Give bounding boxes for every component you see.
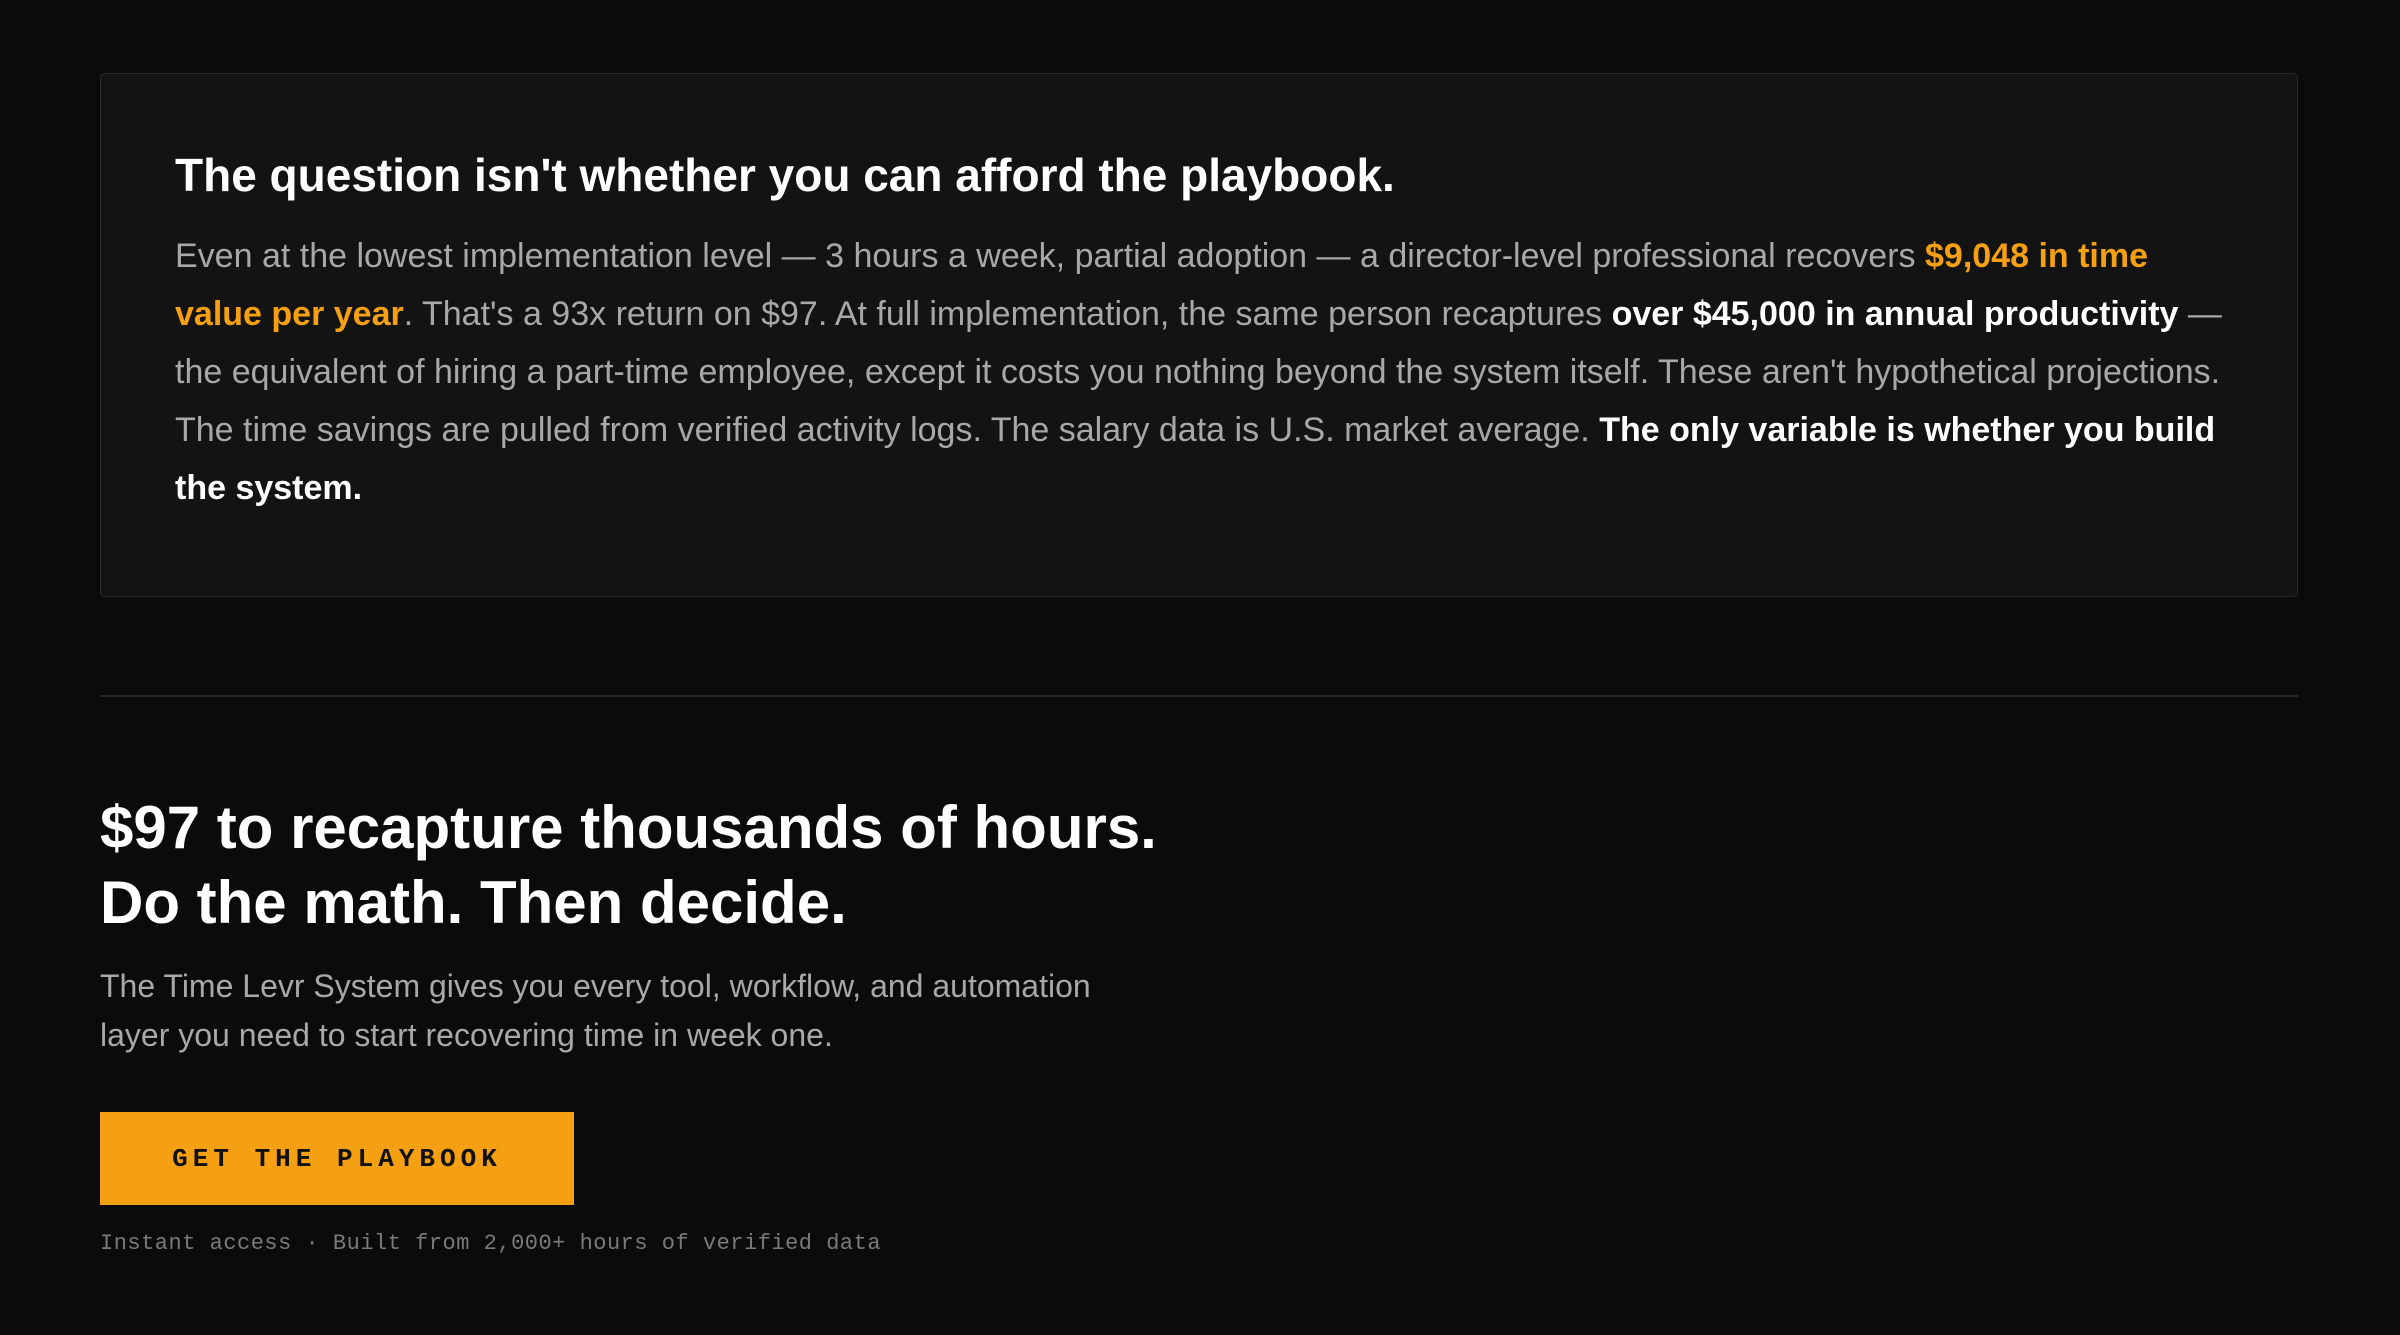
section-divider [100, 695, 2298, 697]
callout-title: The question isn't whether you can affor… [175, 149, 1395, 201]
cta-headline: $97 to recapture thousands of hours. Do … [100, 790, 1300, 940]
callout-body: Even at the lowest implementation level … [175, 227, 2225, 517]
get-playbook-button[interactable]: GET THE PLAYBOOK [100, 1112, 574, 1205]
cta-headline-line-1: $97 to recapture thousands of hours. [100, 794, 1157, 861]
access-note: Instant access · Built from 2,000+ hours… [100, 1231, 882, 1256]
cta-section: $97 to recapture thousands of hours. Do … [100, 790, 1300, 1256]
callout-body-text-1: Even at the lowest implementation level … [175, 237, 1925, 276]
cta-subtext: The Time Levr System gives you every too… [100, 968, 1091, 1053]
cta-headline-line-2: Do the math. Then decide. [100, 869, 847, 936]
roi-callout-card: The question isn't whether you can affor… [100, 73, 2298, 597]
callout-body-text-2: . That's a 93x return on $97. At full im… [403, 295, 1612, 334]
productivity-highlight: over $45,000 in annual productivity [1611, 295, 2179, 334]
